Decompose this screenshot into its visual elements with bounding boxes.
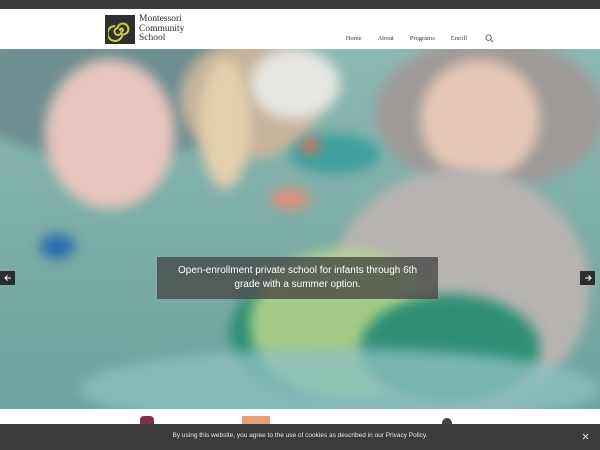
search-icon[interactable] [484,33,494,43]
slider-next-button[interactable] [580,271,595,285]
site-name-line3: School [139,33,166,44]
top-bar [0,0,600,9]
partial-image [140,416,154,424]
arrow-left-icon [3,275,11,281]
close-icon[interactable] [580,431,590,441]
cookie-text: By using this website, you agree to the … [172,432,428,439]
site-logo[interactable]: Montessori Community School [105,15,184,44]
nav-about[interactable]: About [378,35,394,42]
cookie-banner: By using this website, you agree to the … [0,424,600,450]
partial-image [242,416,270,424]
site-name: Montessori Community School [139,15,184,44]
slider-prev-button[interactable] [0,271,15,285]
site-header: Montessori Community School Home About P… [0,9,600,49]
nav-programs[interactable]: Programs [410,35,435,42]
hero-caption-line2: grade with a summer option. [234,279,361,290]
logo-spiral-icon [105,15,135,44]
content-strip [0,409,600,424]
hero-caption: Open-enrollment private school for infan… [157,257,438,299]
arrow-right-icon [584,275,592,281]
hero-slider: Open-enrollment private school for infan… [0,49,600,409]
nav-home[interactable]: Home [346,35,362,42]
nav-enroll[interactable]: Enroll [451,35,467,42]
hero-caption-line1: Open-enrollment private school for infan… [177,265,418,276]
main-nav: Home About Programs Enroll [330,33,494,43]
